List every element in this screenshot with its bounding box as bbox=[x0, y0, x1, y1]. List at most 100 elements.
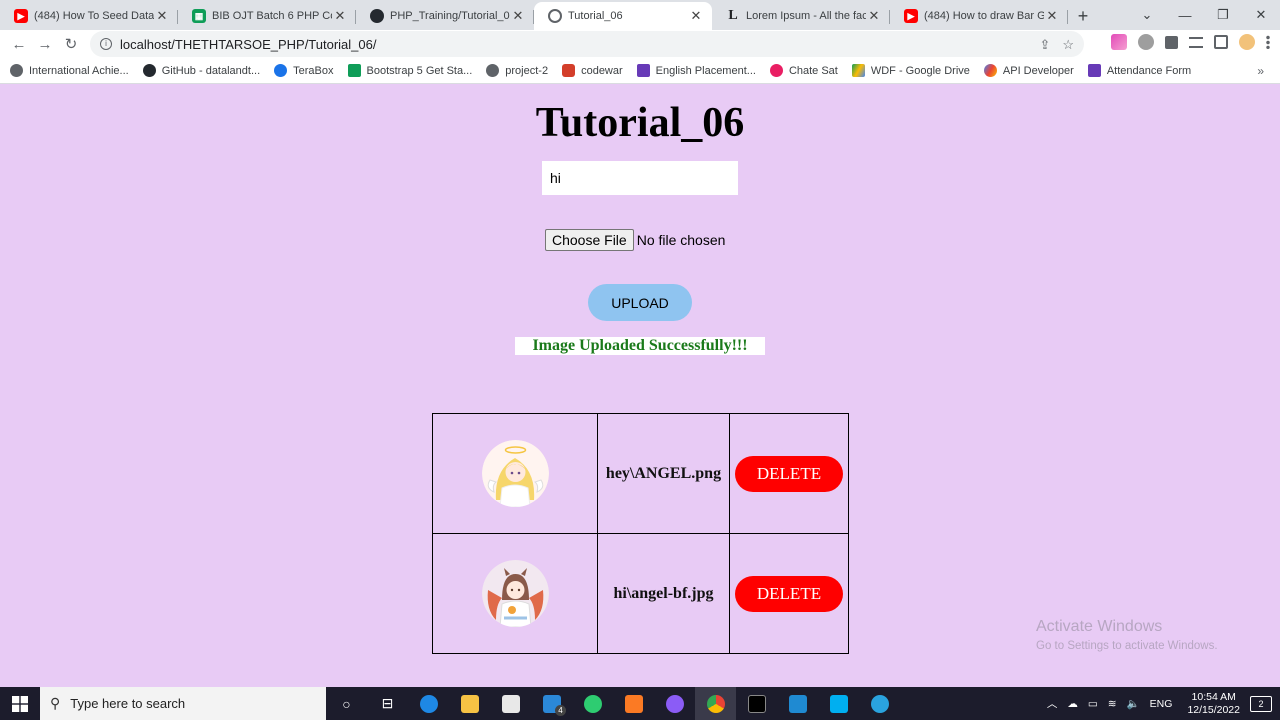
language-indicator[interactable]: ENG bbox=[1150, 698, 1173, 710]
upload-button[interactable]: UPLOAD bbox=[588, 284, 692, 321]
skype-icon[interactable] bbox=[818, 687, 859, 720]
bookmark-item[interactable]: GitHub - datalandt... bbox=[142, 64, 261, 77]
bookmark-item[interactable]: Attendance Form bbox=[1087, 64, 1191, 77]
address-bar[interactable]: i localhost/THETHTARSOE_PHP/Tutorial_06/… bbox=[90, 31, 1084, 57]
volume-icon[interactable]: 🔈 bbox=[1127, 697, 1140, 710]
file-picker: Choose File No file chosen bbox=[545, 229, 725, 251]
battery-icon[interactable]: ▭ bbox=[1088, 698, 1098, 710]
clock[interactable]: 10:54 AM 12/15/2022 bbox=[1187, 691, 1240, 717]
watermark-title: Activate Windows bbox=[1036, 618, 1163, 635]
url-text: localhost/THETHTARSOE_PHP/Tutorial_06/ bbox=[120, 36, 377, 52]
forward-icon[interactable]: → bbox=[32, 36, 58, 53]
tab-lorem-ipsum[interactable]: L Lorem Ipsum - All the facts ✕ bbox=[712, 2, 890, 30]
extension-icon[interactable] bbox=[1138, 34, 1154, 50]
notifications-icon[interactable]: 2 bbox=[1250, 695, 1272, 712]
choose-file-button[interactable]: Choose File bbox=[545, 229, 634, 251]
back-icon[interactable]: ← bbox=[6, 36, 32, 53]
search-icon: ⚲ bbox=[50, 695, 61, 711]
microsoft-store-icon[interactable] bbox=[490, 687, 531, 720]
extension-icon[interactable] bbox=[1111, 34, 1127, 50]
codewars-icon bbox=[562, 64, 576, 77]
close-icon[interactable]: ✕ bbox=[332, 8, 348, 24]
bookmark-item[interactable]: English Placement... bbox=[636, 64, 756, 77]
close-icon[interactable]: ✕ bbox=[510, 8, 526, 24]
window-close-icon[interactable]: ✕ bbox=[1242, 7, 1280, 23]
telegram-icon[interactable] bbox=[859, 687, 900, 720]
google-sheets-icon: ▦ bbox=[192, 9, 206, 23]
side-panel-icon[interactable] bbox=[1214, 35, 1228, 49]
restore-icon[interactable]: ❐ bbox=[1204, 7, 1242, 23]
menu-dots-icon[interactable] bbox=[1266, 35, 1270, 49]
cloud-icon[interactable]: ☁ bbox=[1067, 698, 1078, 710]
delete-button[interactable]: DELETE bbox=[735, 575, 843, 612]
bookmark-label: project-2 bbox=[505, 64, 549, 77]
page-content: Tutorial_06 Choose File No file chosen U… bbox=[0, 85, 1280, 687]
task-view-icon[interactable]: ⊟ bbox=[367, 687, 408, 720]
share-icon[interactable]: ⇪ bbox=[1039, 37, 1050, 53]
profile-avatar[interactable] bbox=[1239, 34, 1255, 50]
bookmark-item[interactable]: codewar bbox=[562, 64, 623, 77]
tab-title: Tutorial_06 bbox=[568, 10, 623, 22]
google-drive-icon bbox=[851, 64, 865, 77]
angel-bf-thumbnail-image bbox=[481, 560, 549, 627]
chevron-up-icon[interactable]: ︿ bbox=[1047, 696, 1058, 711]
chrome-icon[interactable] bbox=[695, 687, 736, 720]
bookmark-item[interactable]: WDF - Google Drive bbox=[851, 64, 970, 77]
vscode-icon[interactable] bbox=[777, 687, 818, 720]
start-button[interactable] bbox=[0, 687, 40, 720]
bookmark-item[interactable]: International Achie... bbox=[10, 64, 129, 77]
tab-tutorial-06[interactable]: Tutorial_06 ✕ bbox=[534, 2, 712, 30]
name-input[interactable] bbox=[542, 161, 738, 195]
tab-youtube-seed[interactable]: ▶ (484) How To Seed Databas ✕ bbox=[0, 2, 178, 30]
tab-github[interactable]: PHP_Training/Tutorial_08 at ✕ bbox=[356, 2, 534, 30]
bookmark-item[interactable]: API Developer bbox=[983, 64, 1074, 77]
close-icon[interactable]: ✕ bbox=[866, 8, 882, 24]
tab-youtube-bar-graph[interactable]: ▶ (484) How to draw Bar Grap ✕ bbox=[890, 2, 1068, 30]
windows-taskbar: ⚲ Type here to search ○ ⊟ 4 ︿ ☁ ▭ ≋ 🔈 EN… bbox=[0, 687, 1280, 720]
delete-button[interactable]: DELETE bbox=[735, 455, 843, 492]
xampp-icon[interactable] bbox=[613, 687, 654, 720]
bookmark-item[interactable]: TeraBox bbox=[274, 64, 334, 77]
bookmark-item[interactable]: Bootstrap 5 Get Sta... bbox=[347, 64, 472, 77]
google-forms-icon bbox=[636, 64, 650, 77]
tab-google-sheets[interactable]: ▦ BIB OJT Batch 6 PHP Code F ✕ bbox=[178, 2, 356, 30]
discord-icon[interactable] bbox=[654, 687, 695, 720]
lorem-icon: L bbox=[728, 8, 738, 23]
close-icon[interactable]: ✕ bbox=[1044, 8, 1060, 24]
bookmark-star-icon[interactable]: ☆ bbox=[1062, 37, 1074, 53]
w3schools-icon bbox=[347, 64, 361, 77]
wifi-icon[interactable]: ≋ bbox=[1108, 698, 1117, 710]
taskbar-search[interactable]: ⚲ Type here to search bbox=[40, 687, 326, 720]
tab-title: BIB OJT Batch 6 PHP Code F bbox=[212, 10, 332, 22]
watermark-subtitle: Go to Settings to activate Windows. bbox=[1036, 640, 1218, 652]
mail-icon[interactable]: 4 bbox=[531, 687, 572, 720]
edge-dev-icon[interactable] bbox=[572, 687, 613, 720]
bookmark-item[interactable]: Chate Sat bbox=[769, 64, 838, 77]
more-bookmarks-icon[interactable]: » bbox=[1257, 64, 1264, 78]
table-row: hey\ANGEL.png DELETE bbox=[432, 413, 849, 534]
file-explorer-icon[interactable] bbox=[449, 687, 490, 720]
terabox-icon bbox=[274, 64, 288, 77]
youtube-icon: ▶ bbox=[904, 9, 918, 23]
close-icon[interactable]: ✕ bbox=[154, 8, 170, 24]
bookmark-label: API Developer bbox=[1002, 64, 1074, 77]
reading-list-icon[interactable] bbox=[1189, 36, 1203, 48]
reload-icon[interactable]: ↻ bbox=[58, 35, 84, 53]
bookmark-label: Chate Sat bbox=[788, 64, 838, 77]
terminal-icon[interactable] bbox=[736, 687, 777, 720]
thumbnail-cell bbox=[432, 413, 598, 534]
activate-windows-watermark: Activate Windows Go to Settings to activ… bbox=[1036, 618, 1218, 652]
minimize-icon[interactable]: — bbox=[1166, 8, 1204, 23]
cortana-icon[interactable]: ○ bbox=[326, 687, 367, 720]
filename-cell: hey\ANGEL.png bbox=[597, 413, 730, 534]
system-tray: ︿ ☁ ▭ ≋ 🔈 ENG 10:54 AM 12/15/2022 2 bbox=[1042, 687, 1280, 720]
puzzle-icon[interactable] bbox=[1165, 35, 1178, 49]
bookmark-label: GitHub - datalandt... bbox=[161, 64, 261, 77]
bookmark-item[interactable]: project-2 bbox=[486, 64, 548, 77]
close-icon[interactable]: ✕ bbox=[688, 8, 704, 24]
mail-badge: 4 bbox=[555, 705, 566, 716]
tab-search-icon[interactable]: ⌄ bbox=[1128, 7, 1166, 23]
site-info-icon[interactable]: i bbox=[100, 38, 112, 50]
new-tab-button[interactable]: + bbox=[1068, 2, 1098, 30]
edge-icon[interactable] bbox=[408, 687, 449, 720]
